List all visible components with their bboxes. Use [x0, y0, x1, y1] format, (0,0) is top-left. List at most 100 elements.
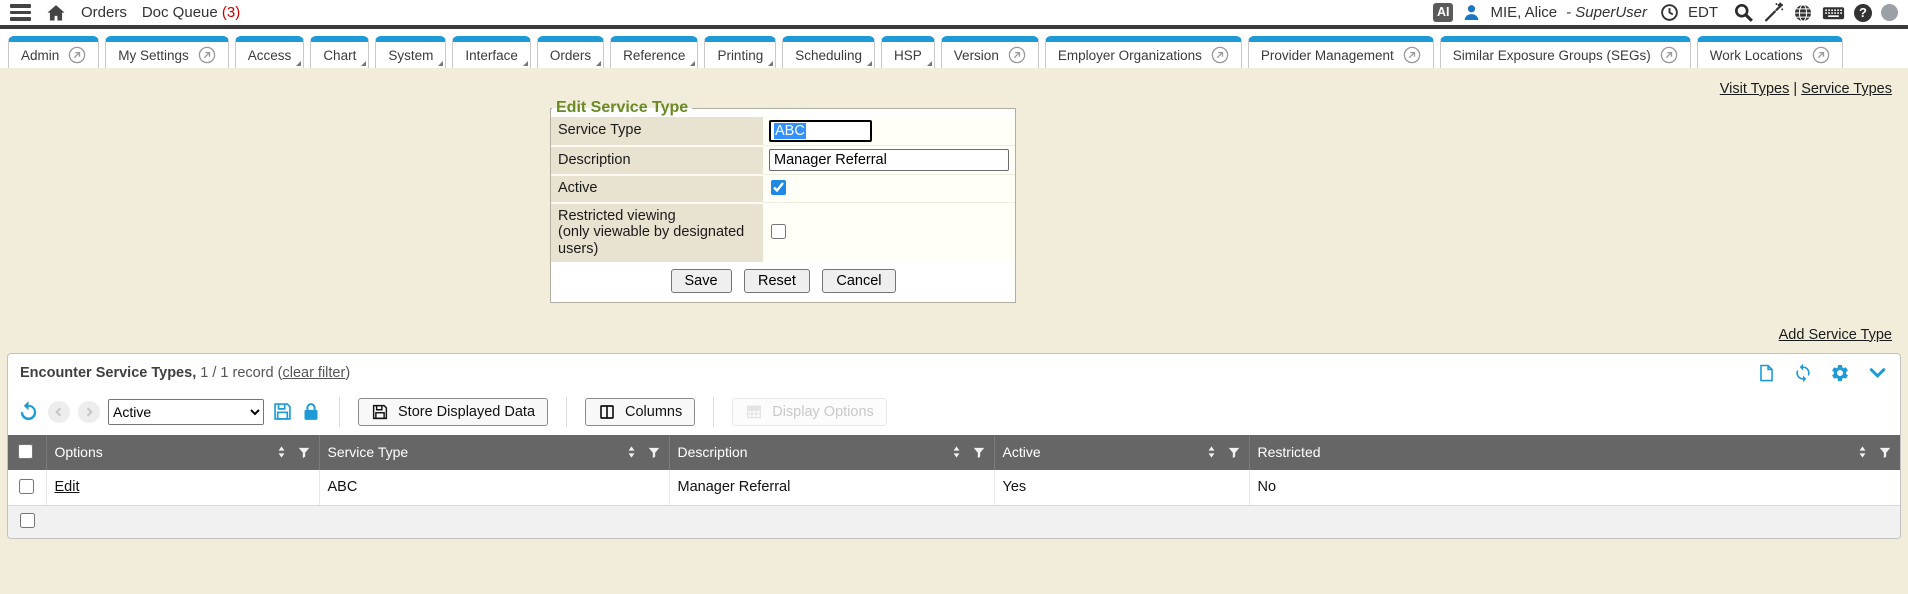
- encounter-service-types-panel: Encounter Service Types, 1 / 1 record (c…: [7, 353, 1901, 539]
- next-page-icon[interactable]: [78, 401, 100, 423]
- clock-icon[interactable]: [1660, 3, 1679, 22]
- nav-orders-link[interactable]: Orders: [81, 4, 127, 21]
- tab-label: Provider Management: [1261, 48, 1394, 63]
- wand-icon[interactable]: [1763, 2, 1784, 23]
- external-link-icon: [1403, 46, 1421, 64]
- column-header-options[interactable]: Options: [46, 435, 319, 470]
- tab-label: Similar Exposure Groups (SEGs): [1453, 48, 1651, 63]
- reset-button[interactable]: Reset: [744, 269, 810, 293]
- tab-provider-management[interactable]: Provider Management: [1248, 36, 1434, 68]
- filter-select[interactable]: Active: [108, 399, 264, 425]
- tab-label: Employer Organizations: [1058, 48, 1202, 63]
- grid-title: Encounter Service Types,: [20, 365, 196, 381]
- column-header-label: Active: [1003, 444, 1196, 460]
- new-document-icon[interactable]: [1757, 363, 1776, 383]
- service-type-input[interactable]: ABC: [769, 120, 872, 142]
- tab-employer-organizations[interactable]: Employer Organizations: [1045, 36, 1242, 68]
- gear-icon[interactable]: [1830, 363, 1850, 383]
- sort-icon[interactable]: [1206, 444, 1217, 460]
- tab-work-locations[interactable]: Work Locations: [1697, 36, 1843, 68]
- tab-label: My Settings: [118, 48, 189, 63]
- module-tab-strip: Admin My Settings Access Chart System In…: [0, 29, 1908, 68]
- clear-filter-link[interactable]: clear filter: [282, 365, 345, 381]
- tab-label: Reference: [623, 48, 685, 63]
- external-link-icon: [198, 46, 216, 64]
- toolbar-divider: [713, 397, 714, 427]
- tab-label: Access: [248, 48, 292, 63]
- filter-funnel-icon[interactable]: [972, 445, 986, 460]
- sort-icon[interactable]: [276, 444, 287, 460]
- external-link-icon: [68, 46, 86, 64]
- refresh-icon[interactable]: [1793, 363, 1813, 383]
- tab-chart[interactable]: Chart: [310, 36, 369, 68]
- select-all-checkbox[interactable]: [18, 444, 33, 459]
- filter-funnel-icon[interactable]: [297, 445, 311, 460]
- topbar-right-cluster: AI MIE, Alice - SuperUser EDT ?: [1433, 2, 1898, 23]
- cancel-button[interactable]: Cancel: [822, 269, 895, 293]
- column-header-active[interactable]: Active: [994, 435, 1249, 470]
- filter-funnel-icon[interactable]: [647, 445, 661, 460]
- row-checkbox[interactable]: [19, 479, 34, 494]
- display-options-label: Display Options: [772, 404, 874, 420]
- timezone-label: EDT: [1688, 4, 1718, 21]
- previous-page-icon[interactable]: [48, 401, 70, 423]
- home-icon[interactable]: [46, 3, 66, 23]
- edit-row-link[interactable]: Edit: [55, 479, 80, 495]
- footer-checkbox[interactable]: [20, 513, 35, 528]
- cell-active: Yes: [994, 470, 1249, 506]
- filter-funnel-icon[interactable]: [1878, 445, 1892, 460]
- ai-badge[interactable]: AI: [1433, 3, 1454, 22]
- help-icon[interactable]: ?: [1854, 4, 1872, 22]
- service-types-link[interactable]: Service Types: [1801, 81, 1892, 97]
- column-header-description[interactable]: Description: [669, 435, 994, 470]
- service-type-selected-text: ABC: [774, 123, 806, 139]
- column-header-label: Description: [678, 444, 941, 460]
- save-filter-icon[interactable]: [272, 401, 293, 422]
- tab-label: Interface: [465, 48, 518, 63]
- sort-icon[interactable]: [1857, 444, 1868, 460]
- user-name[interactable]: MIE, Alice: [1490, 4, 1557, 21]
- tab-printing[interactable]: Printing: [704, 36, 776, 68]
- column-header-label: Restricted: [1258, 444, 1848, 460]
- display-options-icon: [745, 403, 763, 421]
- undo-icon[interactable]: [17, 400, 40, 423]
- columns-button[interactable]: Columns: [585, 398, 695, 426]
- tab-my-settings[interactable]: My Settings: [105, 36, 229, 68]
- tab-scheduling[interactable]: Scheduling: [782, 36, 875, 68]
- column-header-restricted[interactable]: Restricted: [1249, 435, 1900, 470]
- tab-version[interactable]: Version: [941, 36, 1039, 68]
- grid-title-bar: Encounter Service Types, 1 / 1 record (c…: [8, 354, 1900, 391]
- column-header-service-type[interactable]: Service Type: [319, 435, 669, 470]
- nav-doc-queue-link[interactable]: Doc Queue (3): [142, 4, 240, 21]
- tab-orders[interactable]: Orders: [537, 36, 604, 68]
- external-link-icon: [1008, 46, 1026, 64]
- filter-funnel-icon[interactable]: [1227, 445, 1241, 460]
- tab-interface[interactable]: Interface: [452, 36, 531, 68]
- tab-access[interactable]: Access: [235, 36, 305, 68]
- description-input[interactable]: [769, 149, 1009, 171]
- restricted-viewing-checkbox[interactable]: [771, 224, 786, 239]
- tab-hsp[interactable]: HSP: [881, 36, 935, 68]
- lock-icon[interactable]: [301, 401, 321, 422]
- tab-reference[interactable]: Reference: [610, 36, 698, 68]
- add-service-type-link[interactable]: Add Service Type: [1779, 327, 1892, 343]
- active-checkbox[interactable]: [771, 180, 786, 195]
- table-footer-row: [8, 506, 1900, 538]
- collapse-chevron-icon[interactable]: [1867, 363, 1888, 383]
- sort-icon[interactable]: [626, 444, 637, 460]
- visit-types-link[interactable]: Visit Types: [1720, 81, 1790, 97]
- tab-system[interactable]: System: [375, 36, 446, 68]
- store-displayed-data-button[interactable]: Store Displayed Data: [358, 398, 548, 426]
- save-button[interactable]: Save: [671, 269, 732, 293]
- tab-label: Admin: [21, 48, 59, 63]
- description-label: Description: [551, 146, 763, 175]
- hamburger-menu-icon[interactable]: [10, 4, 31, 21]
- globe-icon[interactable]: [1793, 3, 1813, 23]
- external-link-icon: [1211, 46, 1229, 64]
- sort-icon[interactable]: [951, 444, 962, 460]
- tab-admin[interactable]: Admin: [8, 36, 99, 68]
- search-icon[interactable]: [1733, 2, 1754, 23]
- cell-description: Manager Referral: [669, 470, 994, 506]
- keyboard-icon[interactable]: [1822, 3, 1845, 23]
- tab-similar-exposure-groups[interactable]: Similar Exposure Groups (SEGs): [1440, 36, 1691, 68]
